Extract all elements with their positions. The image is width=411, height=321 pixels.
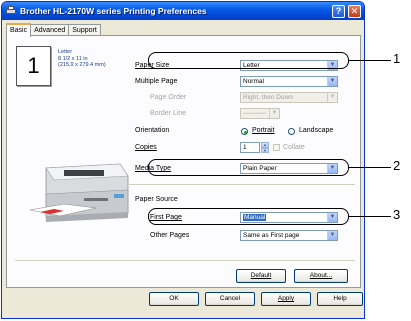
landscape-radio-label[interactable]: Landscape — [299, 127, 333, 134]
ok-button[interactable]: OK — [149, 292, 199, 306]
chevron-down-icon: ▼ — [327, 231, 337, 240]
callout-paper-size — [148, 52, 349, 69]
section-divider — [129, 184, 355, 185]
other-pages-select[interactable]: Same as First page ▼ — [240, 230, 338, 241]
page-order-select: Right, then Down ▼ — [240, 92, 338, 103]
about-button[interactable]: About... — [294, 269, 348, 283]
callout-leader-1 — [349, 60, 391, 61]
paper-size-info: Letter 8 1/2 x 11 in (215.9 x 279.4 mm) — [58, 49, 106, 69]
chevron-down-icon: ▼ — [269, 109, 279, 118]
orientation-label: Orientation — [135, 127, 170, 134]
callout-number-1: 1 — [393, 51, 401, 66]
printer-illustration-icon — [29, 163, 129, 222]
portrait-radio[interactable] — [241, 128, 248, 135]
collate-label: Collate — [283, 144, 305, 151]
paper-source-label: Paper Source — [135, 196, 178, 203]
chevron-down-icon: ▼ — [327, 77, 337, 86]
paper-size-info-mm: (215.9 x 279.4 mm) — [58, 62, 106, 68]
default-button[interactable]: Default — [236, 269, 286, 283]
copies-label: Copies — [135, 144, 157, 151]
multiple-page-select[interactable]: Normal ▼ — [240, 76, 338, 87]
page-preview: 1 — [16, 46, 51, 86]
callout-number-2: 2 — [393, 158, 401, 173]
other-pages-label: Other Pages — [150, 232, 190, 239]
landscape-radio[interactable] — [288, 128, 295, 135]
multiple-page-label: Multiple Page — [135, 78, 178, 85]
stepper-down-icon[interactable]: ▼ — [261, 147, 269, 153]
close-icon[interactable]: ✕ — [348, 5, 361, 18]
callout-leader-2 — [349, 167, 391, 168]
callout-number-3: 3 — [393, 207, 401, 222]
portrait-radio-label[interactable]: Portrait — [252, 127, 275, 134]
page-preview-number: 1 — [27, 53, 40, 78]
cancel-button[interactable]: Cancel — [205, 292, 255, 306]
window-title: Brother HL-2170W series Printing Prefere… — [20, 6, 207, 16]
border-line-select: ───── ▼ — [240, 108, 280, 119]
apply-button[interactable]: Apply — [261, 292, 311, 306]
chevron-down-icon: ▼ — [327, 93, 337, 102]
help-button[interactable]: Help — [317, 292, 363, 306]
copies-stepper[interactable]: ▲ ▼ — [261, 142, 269, 153]
page-order-label: Page Order — [150, 94, 187, 101]
tab-basic[interactable]: Basic — [6, 23, 32, 37]
callout-leader-3 — [349, 216, 391, 217]
printer-icon — [6, 6, 16, 16]
copies-input[interactable]: 1 — [240, 142, 260, 153]
callout-first-page — [148, 208, 349, 225]
callout-media-type — [148, 159, 349, 176]
collate-checkbox — [273, 144, 280, 151]
border-line-label: Border Line — [150, 110, 187, 117]
footer-divider — [15, 260, 355, 261]
title-bar[interactable]: Brother HL-2170W series Printing Prefere… — [2, 2, 364, 20]
help-icon[interactable]: ? — [332, 5, 345, 18]
